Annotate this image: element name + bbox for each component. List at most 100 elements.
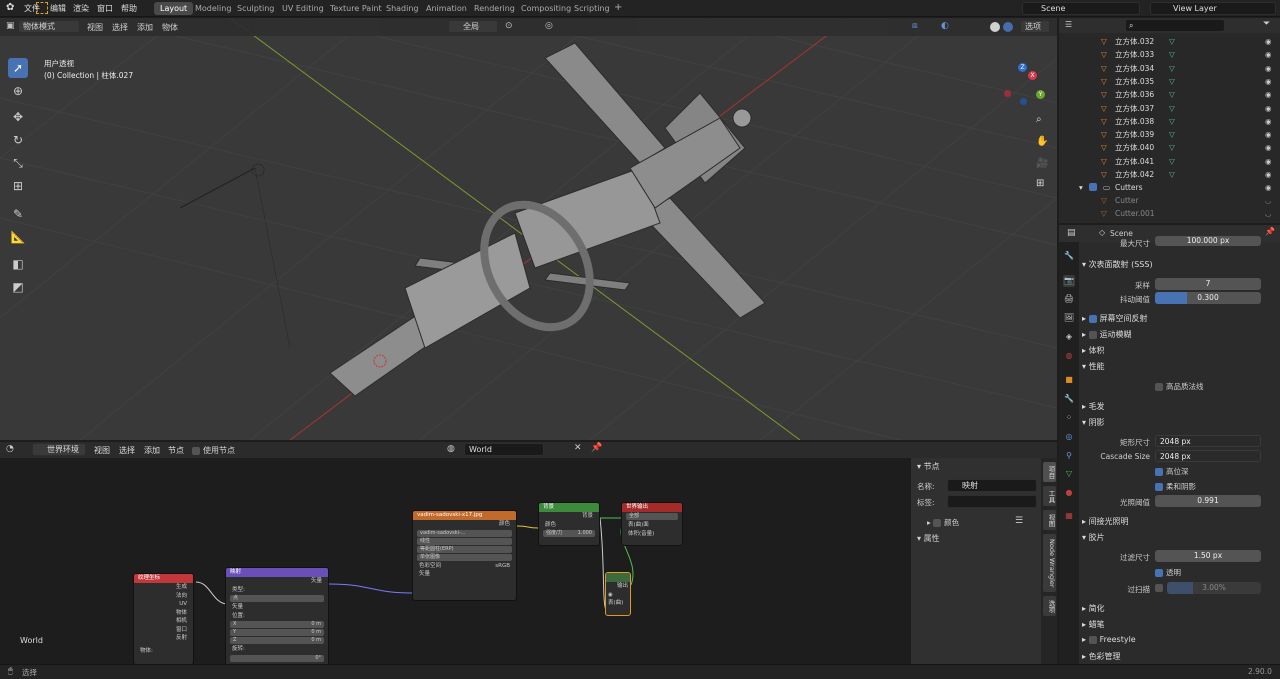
interpolation-dropdown[interactable]: 线性 xyxy=(417,537,512,545)
type-dropdown[interactable]: 点 xyxy=(230,595,324,602)
shader-type-selector[interactable]: 世界环境 xyxy=(32,443,86,456)
menu-edit[interactable]: 编辑 xyxy=(50,3,66,14)
node-section-header[interactable]: ▾ 节点 xyxy=(917,461,940,472)
particles-tab-icon[interactable]: ⁘ xyxy=(1063,412,1075,424)
ne-menu-select[interactable]: 选择 xyxy=(119,445,135,456)
visibility-eye-icon[interactable]: ◉ xyxy=(1265,62,1272,75)
output-tab-icon[interactable]: 🖨 xyxy=(1063,293,1075,305)
input-vector[interactable]: 矢量 xyxy=(413,570,516,579)
grease-pencil-panel[interactable]: ▸ 蜡笔 xyxy=(1082,619,1105,630)
node-group-small[interactable]: 输出 ◉ 表(曲) xyxy=(605,572,631,616)
mode-selector[interactable]: 物体模式 xyxy=(18,20,80,33)
outliner-item[interactable]: ▽ 立方体.039 ▽ ◉ xyxy=(1059,128,1280,141)
data-tab-icon[interactable]: ▽ xyxy=(1063,468,1075,480)
ne-menu-view[interactable]: 视图 xyxy=(94,445,110,456)
render-tab-icon[interactable]: 📷 xyxy=(1063,275,1075,287)
annotate-tool[interactable]: ✎ xyxy=(8,204,28,224)
target-dropdown[interactable]: 全部 xyxy=(626,513,678,520)
material-tab-icon[interactable]: ● xyxy=(1063,487,1075,499)
close-icon[interactable]: ✕ xyxy=(574,443,582,453)
shadows-panel[interactable]: ▾ 阴影 xyxy=(1082,417,1105,428)
vp-menu-object[interactable]: 物体 xyxy=(162,22,178,33)
visibility-eye-icon[interactable]: ◉ xyxy=(1265,75,1272,88)
hidden-eye-icon[interactable]: ◡ xyxy=(1265,194,1272,207)
outliner-cutter[interactable]: ▽ Cutter ◡ xyxy=(1059,194,1280,207)
outliner-item[interactable]: ▽ 立方体.040 ▽ ◉ xyxy=(1059,141,1280,154)
xray-icon[interactable]: ⧈ xyxy=(912,21,918,31)
node-world-output[interactable]: 世界输出 全部 表(曲)面 体积(音量) xyxy=(621,502,683,546)
pan-hand-icon[interactable]: ✋ xyxy=(1036,136,1048,147)
scene-selector[interactable]: Scene xyxy=(1022,2,1140,15)
visibility-eye-icon[interactable]: ◉ xyxy=(1265,115,1272,128)
visibility-eye-icon[interactable]: ◉ xyxy=(1265,141,1272,154)
add-workspace-icon[interactable]: + xyxy=(614,2,622,13)
sidebar-tab-options[interactable]: 选项 xyxy=(1043,596,1056,616)
tab-animation[interactable]: Animation xyxy=(420,2,473,15)
node-label-field[interactable] xyxy=(947,495,1037,508)
source-dropdown[interactable]: 单张图像 xyxy=(417,553,512,561)
soft-shadows-checkbox[interactable] xyxy=(1155,483,1163,491)
indirect-panel[interactable]: ▸ 间接光照明 xyxy=(1082,516,1129,527)
node-name-field[interactable]: 映射 xyxy=(947,479,1037,492)
simplify-panel[interactable]: ▸ 简化 xyxy=(1082,603,1105,614)
modifier-tab-icon[interactable]: 🔧 xyxy=(1063,393,1075,405)
visibility-eye-icon[interactable]: ◉ xyxy=(1265,181,1272,194)
properties-type-icon[interactable]: ▤ xyxy=(1067,228,1076,238)
visibility-eye-icon[interactable]: ◉ xyxy=(1265,48,1272,61)
ssr-panel[interactable]: ▸ 屏幕空间反射 xyxy=(1082,313,1148,324)
view-layer-selector[interactable]: View Layer xyxy=(1150,2,1276,15)
hq-normals-checkbox[interactable] xyxy=(1155,383,1163,391)
pin-icon[interactable]: 📌 xyxy=(1265,227,1275,236)
freestyle-checkbox[interactable] xyxy=(1088,635,1097,644)
output-normal[interactable]: 法向 xyxy=(134,592,193,601)
volumetrics-panel[interactable]: ▸ 体积 xyxy=(1082,345,1105,356)
outliner-item[interactable]: ▽ 立方体.042 ▽ ◉ xyxy=(1059,168,1280,181)
output-reflection[interactable]: 反射 xyxy=(134,634,193,643)
pin-icon[interactable]: 📌 xyxy=(591,443,602,453)
menu-window[interactable]: 窗口 xyxy=(97,3,113,14)
menu-file[interactable]: 文件 xyxy=(24,3,40,14)
visibility-eye-icon[interactable]: ◉ xyxy=(1265,88,1272,101)
soft-shadows-toggle[interactable]: 柔和阴影 xyxy=(1155,481,1196,492)
motion-blur-checkbox[interactable] xyxy=(1088,330,1097,339)
overscan-field[interactable]: 3.00% xyxy=(1167,582,1261,594)
tab-layout[interactable]: Layout xyxy=(154,2,194,15)
hidden-eye-icon[interactable]: ◡ xyxy=(1265,207,1272,220)
color-checkbox[interactable] xyxy=(933,519,942,527)
move-tool[interactable]: ✥ xyxy=(8,107,28,127)
object-tab-icon[interactable]: ■ xyxy=(1063,374,1075,386)
extrude-tool[interactable]: ◩ xyxy=(8,277,28,297)
snap-icon[interactable]: ⊙ xyxy=(505,21,513,31)
outliner-item[interactable]: ▽ 立方体.034 ▽ ◉ xyxy=(1059,62,1280,75)
outliner-item[interactable]: ▽ 立方体.033 ▽ ◉ xyxy=(1059,48,1280,61)
navigation-gizmo[interactable]: Z X Y xyxy=(1000,63,1048,108)
gizmo-neg-x[interactable] xyxy=(1004,90,1011,97)
filter-icon[interactable]: ⏷ xyxy=(1263,19,1270,29)
node-environment-texture[interactable]: vadim-sadovski-x17.jpg 颜色 vadim-sadovski… xyxy=(412,510,517,601)
add-cube-tool[interactable]: ◧ xyxy=(8,254,28,274)
transform-tool[interactable]: ⊞ xyxy=(8,176,28,196)
filter-size-field[interactable]: 1.50 px xyxy=(1155,550,1261,562)
visibility-eye-icon[interactable]: ◉ xyxy=(1265,155,1272,168)
list-icon[interactable]: ☰ xyxy=(1015,516,1023,526)
sidebar-tab-item[interactable]: 项目 xyxy=(1043,462,1056,482)
viewport-3d[interactable]: 用户透视 (0) Collection | 柱体.027 ➚ ⊕ ✥ ↻ ⤡ ⊞… xyxy=(0,18,1057,440)
overscan-checkbox[interactable] xyxy=(1155,583,1163,592)
high-bit-toggle[interactable]: 高位深 xyxy=(1155,466,1189,477)
world-tab-icon[interactable]: ◍ xyxy=(1063,350,1075,362)
tool-tab-icon[interactable]: 🔧 xyxy=(1063,250,1075,262)
sss-panel[interactable]: ▾ 次表面散射 (SSS) xyxy=(1082,259,1153,270)
hq-normals-toggle[interactable]: 高品质法线 xyxy=(1155,381,1204,392)
sidebar-tab-view[interactable]: 视图 xyxy=(1043,510,1056,530)
output-camera[interactable]: 相机 xyxy=(134,617,193,626)
tab-texture-paint[interactable]: Texture Paint xyxy=(324,2,388,15)
menu-render[interactable]: 渲染 xyxy=(73,3,89,14)
jitter-field[interactable]: 0.300 xyxy=(1155,292,1261,304)
tab-shading[interactable]: Shading xyxy=(380,2,425,15)
vp-menu-select[interactable]: 选择 xyxy=(112,22,128,33)
input-surface[interactable]: 表(曲)面 xyxy=(622,521,682,530)
gizmo-y[interactable]: Y xyxy=(1036,90,1045,99)
colorspace-row[interactable]: 色彩空间 sRGB xyxy=(413,562,516,571)
output-window[interactable]: 窗口 xyxy=(134,626,193,635)
transparent-toggle[interactable]: 透明 xyxy=(1155,567,1181,578)
